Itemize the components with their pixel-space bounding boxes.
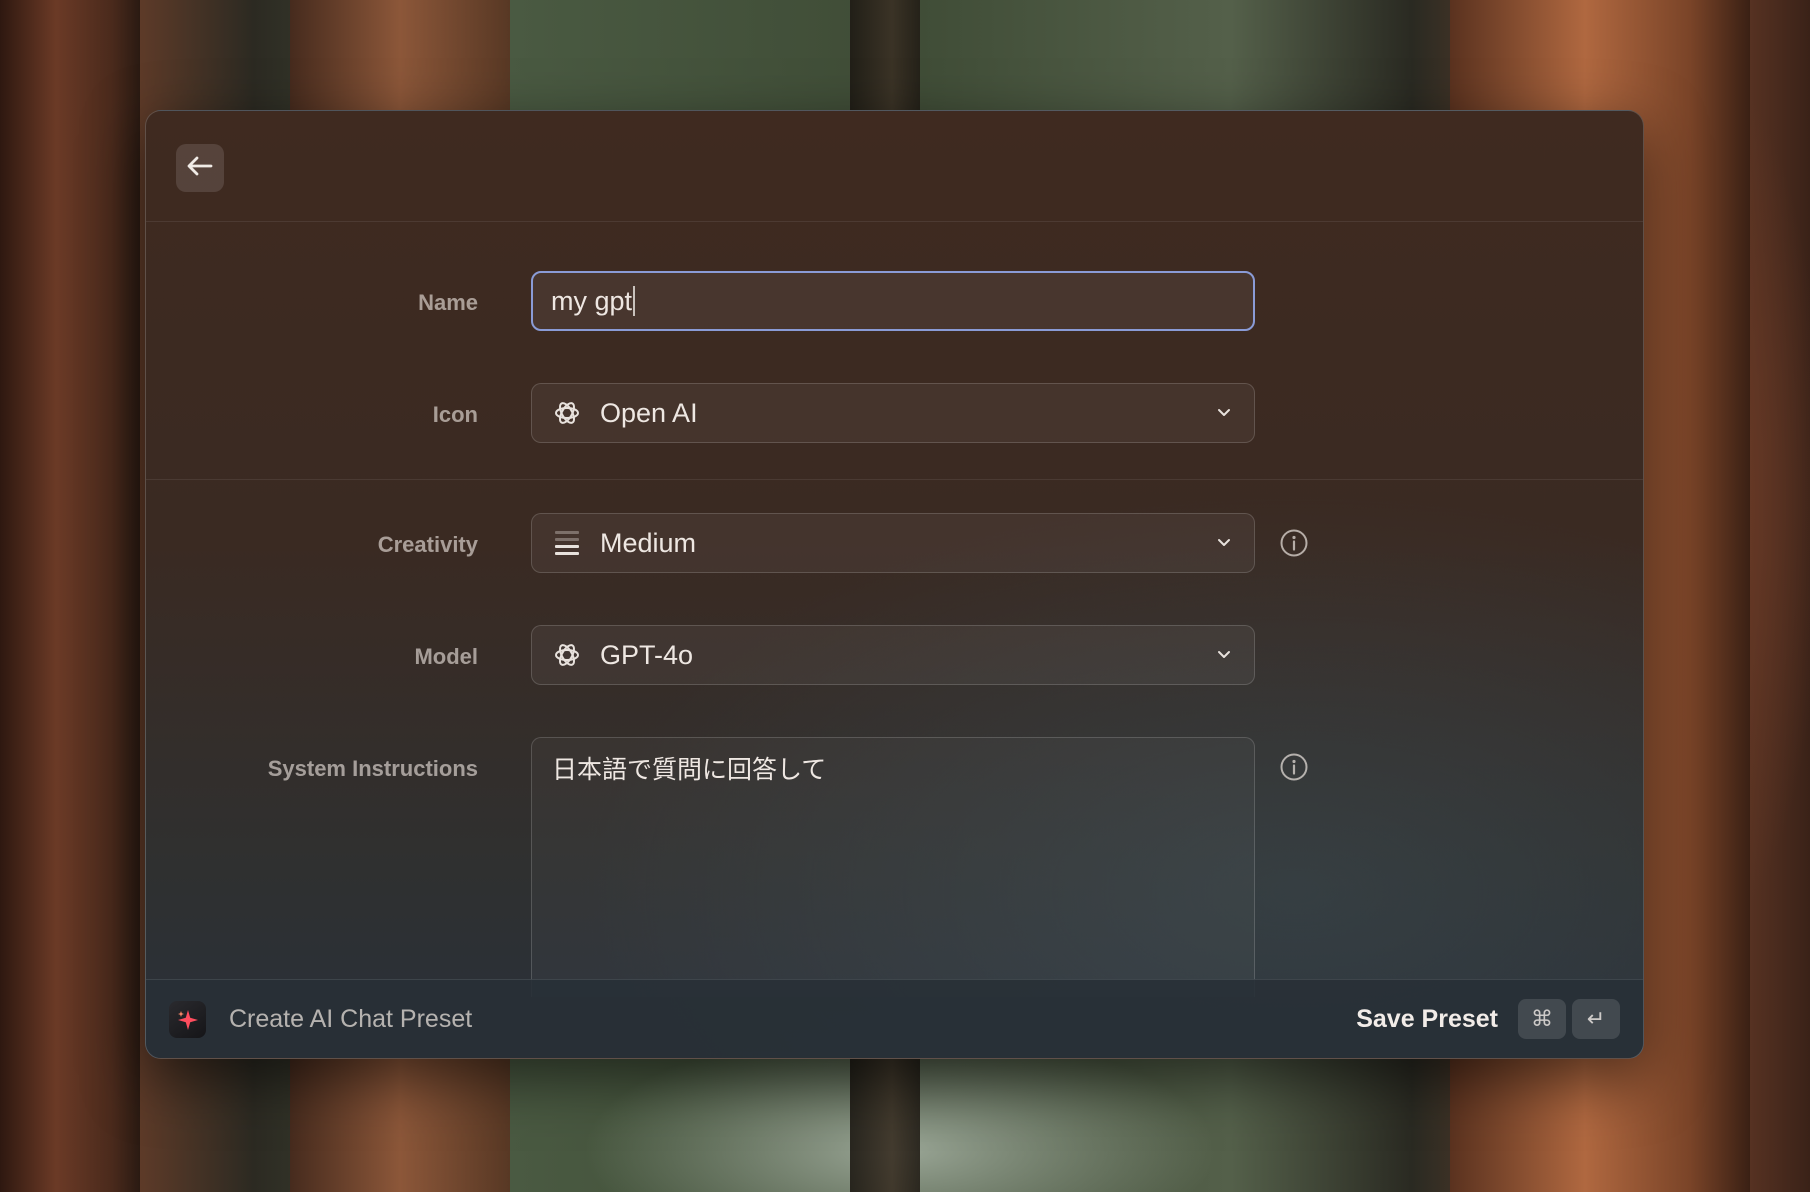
- creativity-label: Creativity: [377, 532, 478, 557]
- medium-level-icon: [552, 528, 582, 558]
- creativity-row: Creativity Medium: [146, 513, 1643, 577]
- model-label: Model: [414, 644, 478, 669]
- section-divider: [146, 479, 1643, 480]
- action-bar: Create AI Chat Preset Save Preset ⌘ ↵: [146, 979, 1643, 1058]
- text-cursor: [633, 286, 636, 316]
- preset-editor-window: Name my gpt Icon Open AI Creativity Medi…: [145, 110, 1644, 1059]
- ai-sparkle-icon: [169, 1001, 206, 1038]
- model-row: Model GPT-4o: [146, 625, 1643, 689]
- name-label: Name: [418, 290, 478, 315]
- footer-title: Create AI Chat Preset: [229, 1005, 473, 1033]
- icon-select-value: Open AI: [600, 397, 698, 428]
- command-key-icon: ⌘: [1518, 999, 1566, 1039]
- back-button[interactable]: [176, 144, 224, 192]
- name-row: Name my gpt: [146, 271, 1643, 335]
- arrow-left-icon: [187, 156, 213, 181]
- creativity-select-value: Medium: [600, 527, 697, 558]
- openai-icon: [552, 640, 582, 670]
- name-input[interactable]: my gpt: [531, 271, 1255, 331]
- system-instructions-label: System Instructions: [267, 756, 478, 781]
- enter-key-icon: ↵: [1572, 999, 1620, 1039]
- icon-row: Icon Open AI: [146, 383, 1643, 447]
- system-instructions-info-icon[interactable]: [1279, 752, 1309, 782]
- save-preset-button[interactable]: Save Preset: [1356, 980, 1498, 1058]
- chevron-down-icon: [1216, 404, 1232, 425]
- chevron-down-icon: [1216, 646, 1232, 667]
- toolbar: [146, 111, 1643, 222]
- background-tree-left: [0, 0, 140, 1192]
- creativity-select[interactable]: Medium: [531, 513, 1255, 573]
- system-instructions-textarea[interactable]: 日本語で質問に回答して: [531, 737, 1255, 997]
- model-select-value: GPT-4o: [600, 639, 694, 670]
- creativity-info-icon[interactable]: [1279, 528, 1309, 558]
- icon-label: Icon: [432, 402, 478, 427]
- icon-select[interactable]: Open AI: [531, 383, 1255, 443]
- model-select[interactable]: GPT-4o: [531, 625, 1255, 685]
- openai-icon: [552, 398, 582, 428]
- name-value: my gpt: [551, 285, 633, 316]
- chevron-down-icon: [1216, 534, 1232, 555]
